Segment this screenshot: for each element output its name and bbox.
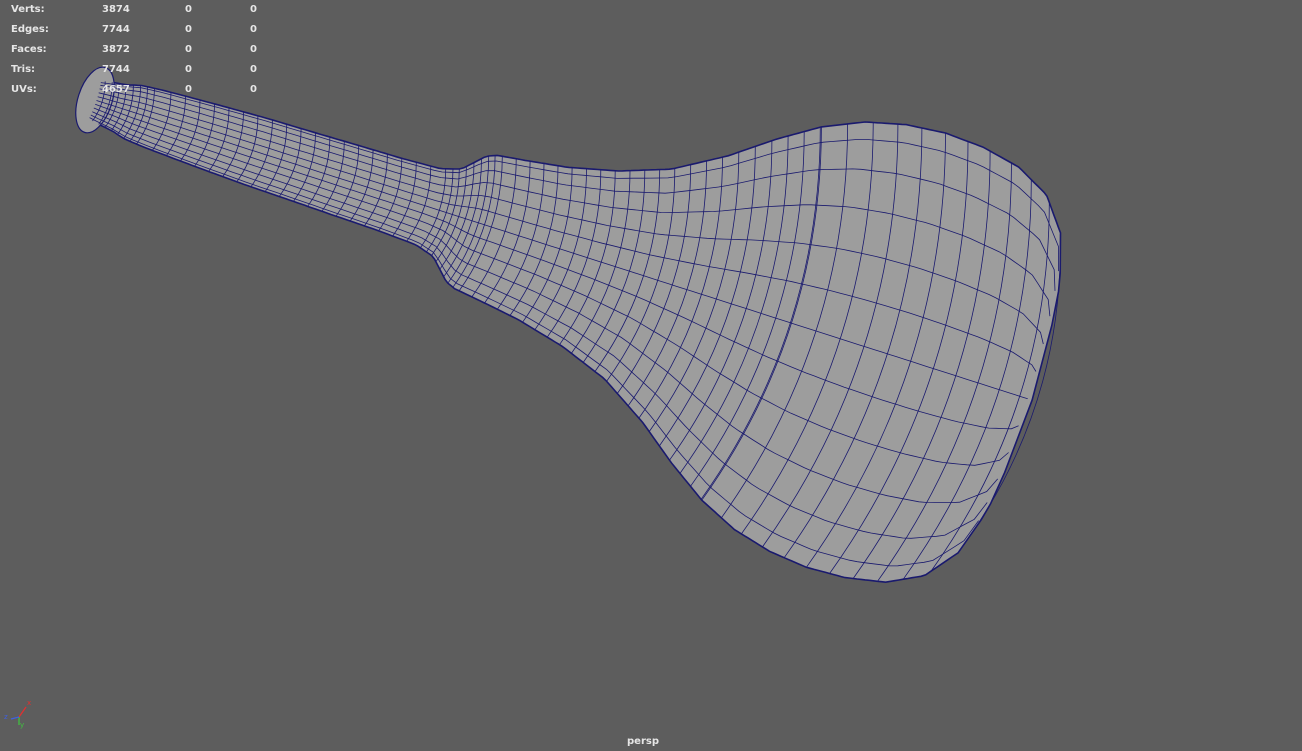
hud-value: 0 [250,44,257,55]
hud-value: 4657 [102,84,130,95]
hud-row-edges: Edges: 7744 0 0 [11,20,271,40]
axis-y-label: y [20,721,24,729]
hud-label: UVs: [11,84,37,95]
hud-value: 0 [185,24,192,35]
hud-value: 7744 [102,64,130,75]
hud-row-verts: Verts: 3874 0 0 [11,0,271,20]
hud-value: 0 [185,84,192,95]
hud-value: 7744 [102,24,130,35]
hud-label: Tris: [11,64,36,75]
camera-name-label: persp [627,736,659,747]
hud-row-uvs: UVs: 4657 0 0 [11,80,271,100]
hud-value: 0 [250,4,257,15]
hud-value: 0 [185,64,192,75]
axis-x-label: x [27,699,31,707]
hud-value: 0 [185,4,192,15]
maya-viewport-persp[interactable]: Verts: 3874 0 0 Edges: 7744 0 0 Faces: 3… [0,0,1302,751]
hud-value: 3874 [102,4,130,15]
hud-row-tris: Tris: 7744 0 0 [11,60,271,80]
handle-mesh-wireframe[interactable] [68,62,1062,584]
hud-label: Edges: [11,24,49,35]
axis-x-line [18,706,27,718]
hud-value: 0 [250,84,257,95]
axis-z-label: z [4,713,8,721]
hud-label: Verts: [11,4,45,15]
hud-value: 0 [250,24,257,35]
axis-z-line [10,716,20,720]
hud-value: 3872 [102,44,130,55]
poly-count-hud: Verts: 3874 0 0 Edges: 7744 0 0 Faces: 3… [11,0,271,100]
hud-value: 0 [250,64,257,75]
hud-label: Faces: [11,44,47,55]
hud-value: 0 [185,44,192,55]
hud-row-faces: Faces: 3872 0 0 [11,40,271,60]
axis-gizmo-icon: x y z [4,699,31,729]
viewport-scene[interactable] [0,0,1302,751]
